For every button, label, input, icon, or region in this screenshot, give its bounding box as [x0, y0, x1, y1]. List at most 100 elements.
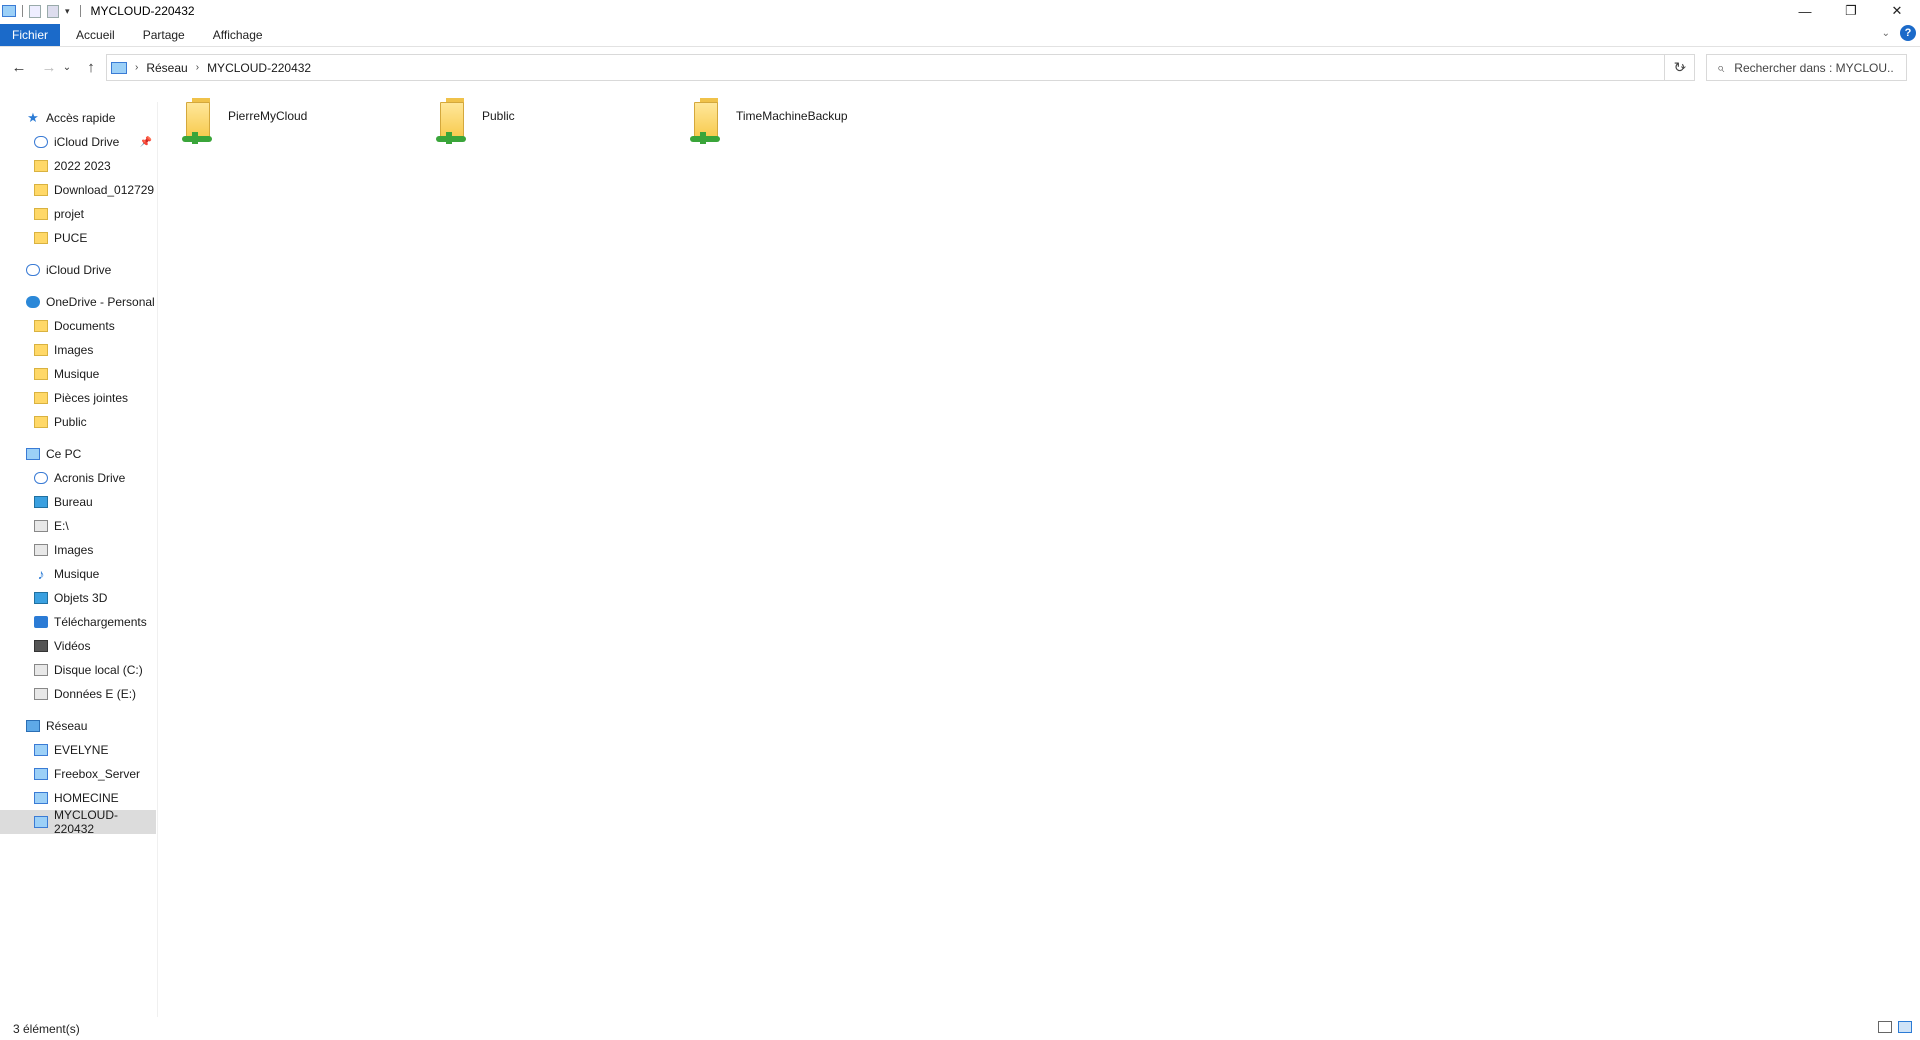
tab-affichage[interactable]: Affichage — [201, 24, 275, 46]
sidebar-item-pieces-jointes[interactable]: Pièces jointes — [0, 386, 158, 410]
sidebar-item-label: Disque local (C:) — [54, 663, 143, 677]
folder-icon — [34, 232, 48, 244]
sidebar-item-documents[interactable]: Documents — [0, 314, 158, 338]
navigation-pane: ★ Accès rapide iCloud Drive 📌 2022 2023 … — [0, 102, 158, 1017]
pictures-icon — [34, 544, 48, 556]
new-folder-quick-icon[interactable] — [47, 4, 59, 18]
customize-quick-access-icon[interactable]: ▾ — [65, 6, 70, 17]
sidebar-item-musique[interactable]: ♪ Musique — [0, 562, 158, 586]
breadcrumb-reseau[interactable]: Réseau — [146, 61, 187, 75]
forward-arrow-icon[interactable]: → — [38, 56, 60, 78]
folder-icon — [34, 320, 48, 332]
sidebar-item-e-drive[interactable]: E:\ — [0, 514, 158, 538]
sidebar-item-ce-pc[interactable]: Ce PC — [0, 442, 158, 466]
sidebar-item-projet[interactable]: projet — [0, 202, 158, 226]
sidebar-item-puce[interactable]: PUCE — [0, 226, 158, 250]
computer-icon — [26, 448, 40, 460]
sidebar-item-label: iCloud Drive — [54, 135, 120, 149]
sidebar-item-download[interactable]: Download_012729 — [0, 178, 158, 202]
sidebar-item-freebox-server[interactable]: Freebox_Server — [0, 762, 158, 786]
large-icons-view-icon[interactable] — [1898, 1021, 1912, 1033]
sidebar-item-label: Images — [54, 543, 94, 557]
folder-icon — [34, 368, 48, 380]
sidebar-item-label: Accès rapide — [46, 111, 116, 125]
sidebar-item-2022-2023[interactable]: 2022 2023 — [0, 154, 158, 178]
expand-ribbon-icon[interactable]: ⌄ — [1882, 28, 1890, 39]
sidebar-item-label: Données E (E:) — [54, 687, 137, 701]
chevron-right-icon[interactable]: › — [135, 62, 138, 73]
minimize-button[interactable]: — — [1782, 0, 1828, 22]
cloud-drive-icon — [34, 472, 48, 484]
folder-icon — [34, 208, 48, 220]
shared-folder-icon — [432, 98, 472, 146]
pin-icon: 📌 — [139, 136, 152, 148]
sidebar-item-icloud-drive[interactable]: iCloud Drive — [0, 258, 158, 282]
star-icon: ★ — [27, 110, 39, 125]
refresh-button[interactable]: ↻ — [1664, 54, 1694, 81]
sidebar-item-images[interactable]: Images — [0, 538, 158, 562]
sidebar-item-label: iCloud Drive — [46, 263, 112, 277]
sidebar-item-musique-onedrive[interactable]: Musique — [0, 362, 158, 386]
chevron-right-icon[interactable]: › — [196, 62, 199, 73]
sidebar-item-objets-3d[interactable]: Objets 3D — [0, 586, 158, 610]
sidebar-item-label: EVELYNE — [54, 743, 109, 757]
ribbon-right: ⌄ ? — [1882, 25, 1916, 41]
details-view-icon[interactable] — [1878, 1021, 1892, 1033]
sidebar-item-acces-rapide[interactable]: ★ Accès rapide — [0, 106, 158, 130]
sidebar-item-public-onedrive[interactable]: Public — [0, 410, 158, 434]
sidebar-item-evelyne[interactable]: EVELYNE — [0, 738, 158, 762]
music-note-icon: ♪ — [37, 566, 45, 582]
window-controls: — ❐ ✕ — [1782, 0, 1920, 22]
sidebar-item-bureau[interactable]: Bureau — [0, 490, 158, 514]
computer-icon — [34, 768, 48, 780]
sidebar-item-videos[interactable]: Vidéos — [0, 634, 158, 658]
sidebar-item-label: Objets 3D — [54, 591, 108, 605]
sidebar-item-telechargements[interactable]: Téléchargements — [0, 610, 158, 634]
sidebar-item-reseau[interactable]: Réseau — [0, 714, 158, 738]
sidebar-item-donnees-e[interactable]: Données E (E:) — [0, 682, 158, 706]
desktop-icon — [34, 496, 48, 508]
search-icon: ⌕ — [1717, 59, 1725, 75]
list-item[interactable]: Public — [432, 98, 515, 154]
folder-icon — [34, 344, 48, 356]
sidebar-item-label: Vidéos — [54, 639, 91, 653]
breadcrumb-mycloud[interactable]: MYCLOUD-220432 — [207, 61, 311, 75]
sidebar-item-acronis-drive[interactable]: Acronis Drive — [0, 466, 158, 490]
computer-icon — [34, 816, 48, 828]
sidebar-item-homecine[interactable]: HOMECINE — [0, 786, 158, 810]
search-box[interactable]: ⌕ — [1706, 54, 1907, 81]
sidebar-item-icloud-drive-pinned[interactable]: iCloud Drive 📌 — [0, 130, 158, 154]
sidebar-item-disque-local-c[interactable]: Disque local (C:) — [0, 658, 158, 682]
item-name: PierreMyCloud — [228, 109, 308, 123]
restore-button[interactable]: ❐ — [1828, 0, 1874, 22]
help-icon[interactable]: ? — [1900, 25, 1916, 41]
document-icon — [34, 520, 48, 532]
icloud-icon — [26, 264, 40, 276]
navigation-bar: ← → ⌄ ↑ › Réseau › MYCLOUD-220432 ⌄ ↻ ⌕ — [0, 52, 1920, 82]
sidebar-item-onedrive[interactable]: OneDrive - Personal — [0, 290, 158, 314]
network-location-icon — [111, 61, 127, 74]
sidebar-item-mycloud[interactable]: MYCLOUD-220432 — [0, 808, 156, 836]
up-arrow-icon[interactable]: ↑ — [80, 56, 102, 78]
tab-partage[interactable]: Partage — [131, 24, 197, 46]
film-icon — [34, 640, 48, 652]
item-count: 3 élément(s) — [13, 1021, 80, 1036]
item-name: TimeMachineBackup — [736, 109, 848, 123]
close-button[interactable]: ✕ — [1874, 0, 1920, 22]
list-item[interactable]: PierreMyCloud — [178, 98, 307, 154]
address-bar[interactable]: › Réseau › MYCLOUD-220432 ⌄ — [106, 54, 1695, 81]
shared-folder-icon — [178, 98, 218, 146]
hard-drive-icon — [34, 664, 48, 676]
recent-locations-icon[interactable]: ⌄ — [60, 56, 74, 78]
search-input[interactable] — [1734, 60, 1895, 75]
tab-fichier[interactable]: Fichier — [0, 23, 61, 46]
sidebar-item-images-onedrive[interactable]: Images — [0, 338, 158, 362]
status-bar: 3 élément(s) — [0, 1017, 1920, 1040]
properties-quick-icon[interactable] — [29, 4, 41, 18]
tab-accueil[interactable]: Accueil — [64, 24, 127, 46]
list-item[interactable]: TimeMachineBackup — [686, 98, 848, 154]
item-name: Public — [482, 109, 515, 123]
back-arrow-icon[interactable]: ← — [8, 56, 30, 78]
window-title: MYCLOUD-220432 — [90, 4, 195, 18]
folder-icon — [34, 184, 48, 196]
